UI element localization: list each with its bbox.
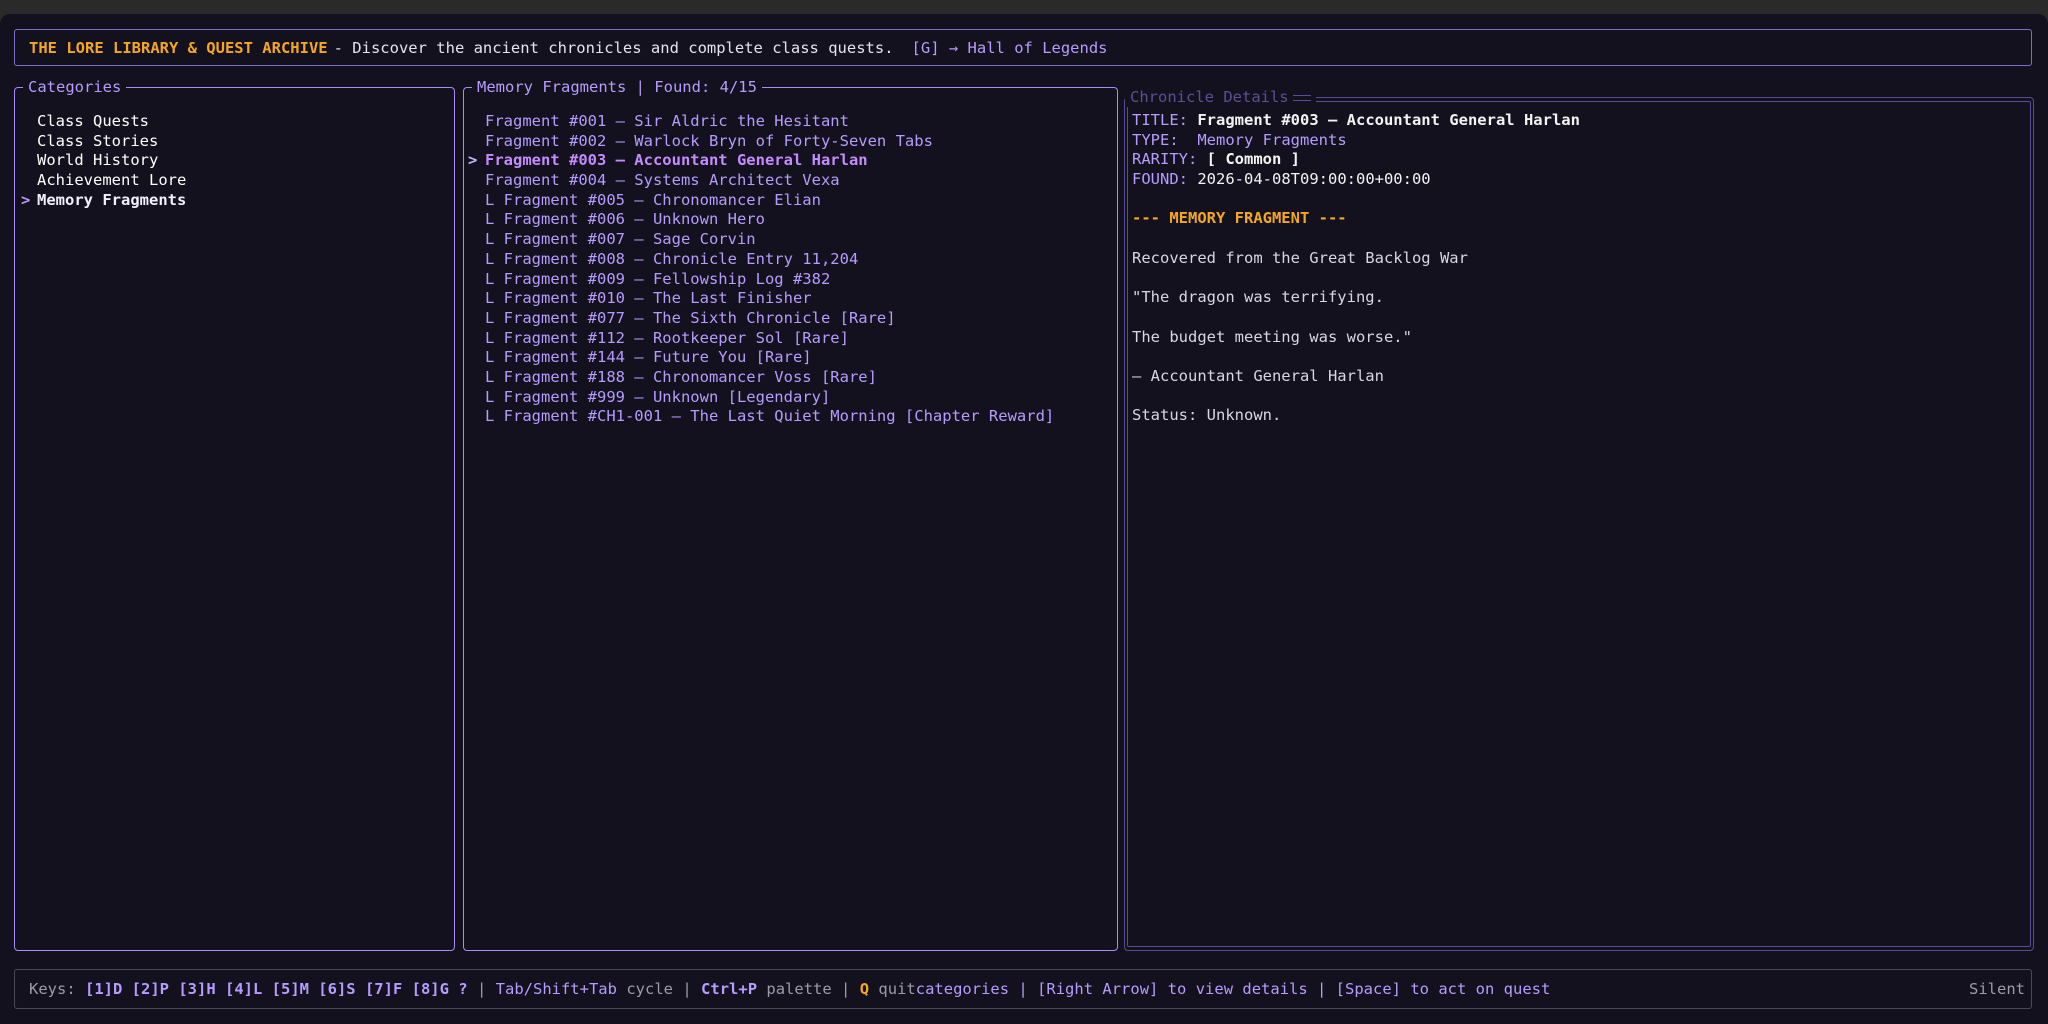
fragment-item[interactable]: L Fragment #188 — Chronomancer Voss [Rar… [468,368,1054,388]
category-item-class-quests[interactable]: Class Quests [21,112,186,132]
detail-type-row: TYPE: Memory Fragments [1132,130,1347,149]
fragments-panel-title: Memory Fragments | Found: 4/15 [472,77,762,97]
palette-desc: palette [766,980,832,998]
quit-desc: quit [878,980,916,998]
categories-list: Class Quests Class Stories World History… [21,112,186,210]
selection-marker: > [21,190,31,209]
detail-found-row: FOUND: 2026-04-08T09:00:00+00:00 [1132,170,1431,189]
lore-line: The budget meeting was worse." [1132,327,1412,346]
category-item-world-history[interactable]: World History [21,151,186,171]
fragment-item[interactable]: L Fragment #077 — The Sixth Chronicle [R… [468,309,1054,329]
fragment-item[interactable]: L Fragment #007 — Sage Corvin [468,230,1054,250]
shortcut-keys[interactable]: [1]D [2]P [3]H [4]L [5]M [6]S [7]F [8]G … [85,980,468,998]
details-panel-title: Chronicle Details [1125,87,1316,107]
app-header: THE LORE LIBRARY & QUEST ARCHIVE - Disco… [14,29,2032,66]
mode-indicator: Silent [1969,980,2025,998]
fragment-item[interactable]: L Fragment #010 — The Last Finisher [468,289,1054,309]
cycle-keys: Tab/Shift+Tab [495,980,617,998]
app-title: THE LORE LIBRARY & QUEST ARCHIVE [29,38,328,57]
lore-line: — Accountant General Harlan [1132,366,1384,385]
hall-of-legends-link[interactable]: [G] → Hall of Legends [912,39,1108,57]
category-item-achievement-lore[interactable]: Achievement Lore [21,171,186,191]
selection-marker: > [468,151,478,170]
navigation-hints: categories | [Right Arrow] to view detai… [915,980,1551,998]
fragment-item[interactable]: L Fragment #008 — Chronicle Entry 11,204 [468,250,1054,270]
fragments-panel: Memory Fragments | Found: 4/15 Fragment … [463,77,1118,951]
detail-title-row: TITLE: Fragment #003 — Accountant Genera… [1132,111,1580,129]
detail-rarity-row: RARITY: [ Common ] [1132,150,1300,169]
fragment-item[interactable]: L Fragment #005 — Chronomancer Elian [468,191,1054,211]
fragment-item[interactable]: L Fragment #006 — Unknown Hero [468,210,1054,230]
terminal-window: THE LORE LIBRARY & QUEST ARCHIVE - Disco… [0,14,2048,1024]
fragment-item[interactable]: L Fragment #112 — Rootkeeper Sol [Rare] [468,329,1054,349]
app-subtitle: - Discover the ancient chronicles and co… [333,38,894,57]
keys-label: Keys: [29,980,76,998]
fragment-item[interactable]: L Fragment #999 — Unknown [Legendary] [468,388,1054,408]
details-content: TITLE: Fragment #003 — Accountant Genera… [1132,111,1580,426]
palette-key[interactable]: Ctrl+P [701,980,757,998]
fragment-item[interactable]: L Fragment #CH1-001 — The Last Quiet Mor… [468,407,1054,427]
memory-fragment-heading: --- MEMORY FRAGMENT --- [1132,209,1347,228]
fragment-item[interactable]: L Fragment #009 — Fellowship Log #382 [468,270,1054,290]
lore-line: Status: Unknown. [1132,406,1282,425]
fragment-item[interactable]: Fragment #004 — Systems Architect Vexa [468,171,1054,191]
fragment-item[interactable]: Fragment #001 — Sir Aldric the Hesitant [468,112,1054,132]
fragment-item[interactable]: L Fragment #144 — Future You [Rare] [468,348,1054,368]
category-item-class-stories[interactable]: Class Stories [21,132,186,152]
categories-panel: Categories Class Quests Class Stories Wo… [14,77,455,951]
lore-line: Recovered from the Great Backlog War [1132,248,1468,267]
quit-key[interactable]: Q [860,980,869,998]
status-bar: Keys: [1]D [2]P [3]H [4]L [5]M [6]S [7]F… [14,969,2032,1009]
fragments-list: Fragment #001 — Sir Aldric the Hesitant … [468,112,1054,427]
chronicle-details-panel: Chronicle Details TITLE: Fragment #003 —… [1124,87,2034,951]
fragment-item-selected[interactable]: > Fragment #003 — Accountant General Harl… [468,151,1054,171]
lore-line: "The dragon was terrifying. [1132,288,1384,307]
categories-panel-title: Categories [23,77,127,97]
cycle-desc: cycle [626,980,673,998]
fragment-item[interactable]: Fragment #002 — Warlock Bryn of Forty-Se… [468,132,1054,152]
category-item-memory-fragments[interactable]: > Memory Fragments [21,191,186,211]
